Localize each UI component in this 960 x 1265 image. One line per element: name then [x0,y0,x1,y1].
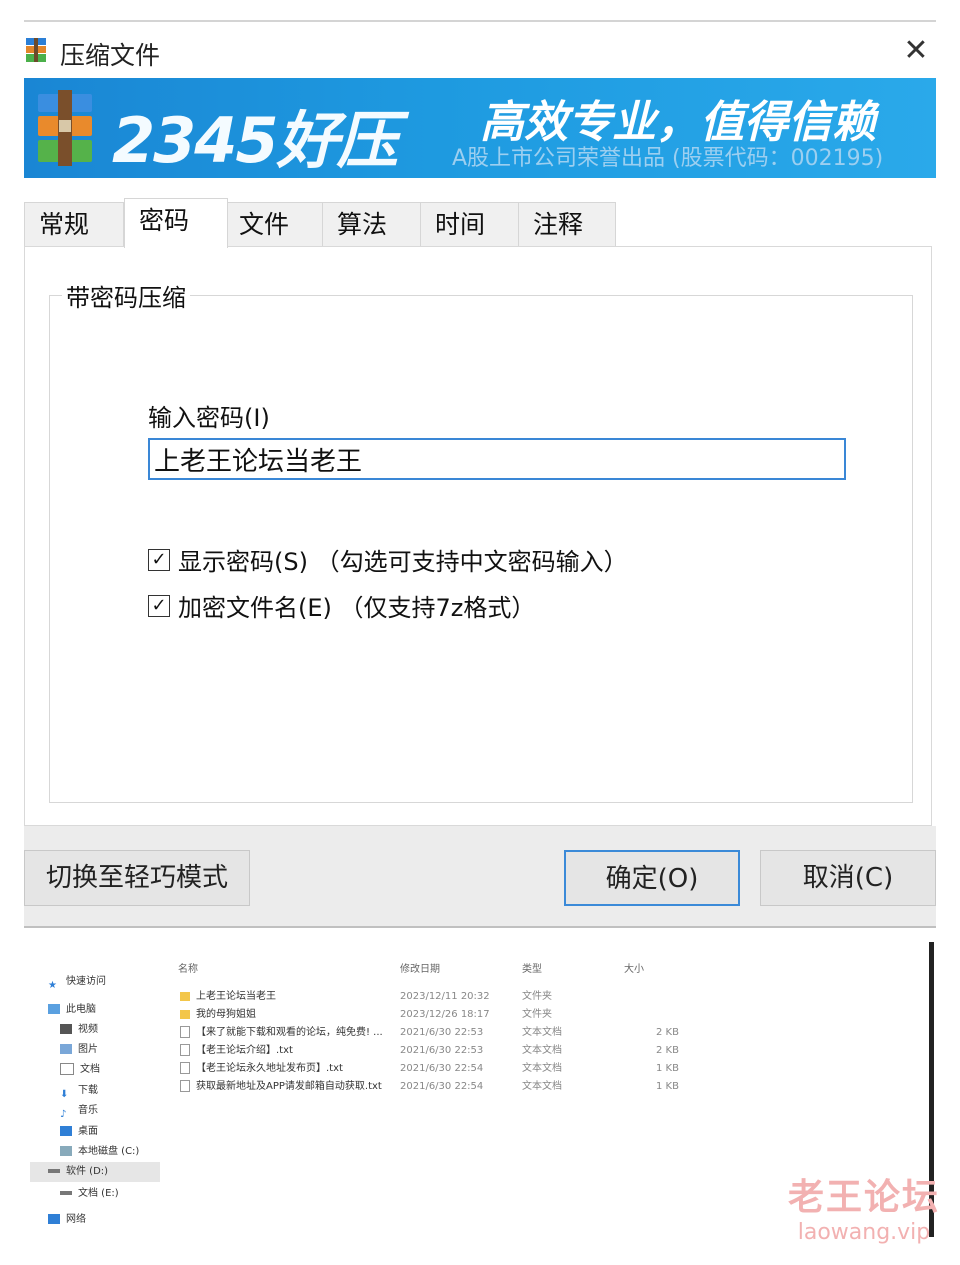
column-name[interactable]: 名称 [178,960,198,975]
show-password-checkbox[interactable]: ✓ [148,548,170,571]
drive-icon [60,1146,72,1156]
encrypt-names-checkbox[interactable]: ✓ [148,594,170,617]
password-group: 带密码压缩 输入密码(I) ✓ 显示密码(S) （勾选可支持中文密码输入） ✓ … [49,278,913,803]
network-icon [48,1214,60,1224]
haozip-logo-icon [38,90,92,166]
archive-app-icon [26,38,46,62]
nav-pictures[interactable]: 图片 [60,1040,98,1060]
desktop-icon [60,1126,72,1136]
text-file-icon [180,1026,190,1038]
file-row[interactable]: 【来了就能下载和观看的论坛，纯免费! ... 2021/6/30 22:53 文… [174,1024,694,1042]
text-file-icon [180,1062,190,1074]
close-icon[interactable]: ✕ [896,32,936,72]
computer-icon [48,1004,60,1014]
password-input[interactable] [148,438,846,480]
switch-mode-button[interactable]: 切换至轻巧模式 [24,850,250,906]
ok-button[interactable]: 确定(O) [564,850,740,906]
nav-drive-d[interactable]: 软件 (D:) [30,1162,160,1182]
watermark-title: 老王论坛 [787,1177,940,1218]
download-icon: ⬇ [60,1089,69,1100]
watermark: 老王论坛 laowang.vip [788,1168,940,1245]
column-date[interactable]: 修改日期 [400,960,440,975]
tab-strip: 常规 密码 文件 算法 时间 注释 [24,198,936,248]
nav-desktop[interactable]: 桌面 [60,1122,98,1142]
tab-algorithm[interactable]: 算法 [322,202,422,246]
nav-documents[interactable]: 文档 [60,1060,100,1080]
document-icon [60,1063,74,1075]
column-size[interactable]: 大小 [624,960,644,975]
file-row[interactable]: 【老王论坛永久地址发布页】.txt 2021/6/30 22:54 文本文档 1… [174,1060,694,1078]
password-panel: 带密码压缩 输入密码(I) ✓ 显示密码(S) （勾选可支持中文密码输入） ✓ … [24,246,932,826]
folder-icon [180,991,190,1001]
dialog-bottom-border [24,926,936,928]
title-bar: 压缩文件 ✕ [24,28,936,74]
picture-icon [60,1044,72,1054]
nav-drive-e[interactable]: 文档 (E:) [60,1184,119,1204]
nav-network[interactable]: 网络 [48,1210,86,1230]
cancel-button[interactable]: 取消(C) [760,850,936,906]
file-list-header: 名称 修改日期 类型 大小 [174,960,694,978]
dialog-footer: 切换至轻巧模式 确定(O) 取消(C) [24,826,936,928]
tab-comment[interactable]: 注释 [518,202,616,246]
music-icon: ♪ [60,1109,67,1120]
encrypt-names-label: 加密文件名(E) （仅支持7z格式） [178,594,536,622]
video-icon [60,1024,72,1034]
group-title: 带密码压缩 [62,278,190,313]
explorer-nav: ★ 快速访问 此电脑 视频 图片 文档 ⬇ 下载 ♪ 音乐 桌面 本地磁盘 (C:) … [24,940,164,1250]
encrypt-names-option[interactable]: ✓ 加密文件名(E) （仅支持7z格式） [148,588,535,623]
column-type[interactable]: 类型 [522,960,542,975]
show-password-option[interactable]: ✓ 显示密码(S) （勾选可支持中文密码输入） [148,542,628,577]
nav-quick-access[interactable]: ★ 快速访问 [48,972,106,992]
folder-icon [180,1009,190,1019]
file-row[interactable]: 我的母狗姐姐 2023/12/26 18:17 文件夹 [174,1006,694,1024]
text-file-icon [180,1080,190,1092]
password-label: 输入密码(I) [148,404,270,432]
star-icon: ★ [48,980,57,991]
top-divider [24,20,936,22]
text-file-icon [180,1044,190,1056]
show-password-label: 显示密码(S) （勾选可支持中文密码输入） [178,548,628,576]
file-row[interactable]: 获取最新地址及APP请发邮箱自动获取.txt 2021/6/30 22:54 文… [174,1078,694,1096]
nav-this-pc[interactable]: 此电脑 [48,1000,96,1020]
drive-icon [60,1191,72,1195]
file-row[interactable]: 【老王论坛介绍】.txt 2021/6/30 22:53 文本文档 2 KB [174,1042,694,1060]
tab-general[interactable]: 常规 [24,202,124,246]
tab-time[interactable]: 时间 [420,202,520,246]
watermark-url: laowang.vip [797,1220,931,1245]
nav-drive-c[interactable]: 本地磁盘 (C:) [60,1142,139,1162]
drive-icon [48,1169,60,1173]
tab-password[interactable]: 密码 [124,198,228,248]
nav-videos[interactable]: 视频 [60,1020,98,1040]
banner-brand: 2345好压 [112,104,399,177]
tab-files[interactable]: 文件 [224,202,324,246]
brand-banner: 2345好压 高效专业，值得信赖 A股上市公司荣誉出品 (股票代码：002195… [24,78,936,178]
banner-subtitle: A股上市公司荣誉出品 (股票代码：002195) [452,146,884,171]
window-title: 压缩文件 [60,41,161,70]
file-row[interactable]: 上老王论坛当老王 2023/12/11 20:32 文件夹 [174,988,694,1006]
nav-music[interactable]: ♪ 音乐 [60,1101,98,1121]
nav-downloads[interactable]: ⬇ 下载 [60,1081,98,1101]
